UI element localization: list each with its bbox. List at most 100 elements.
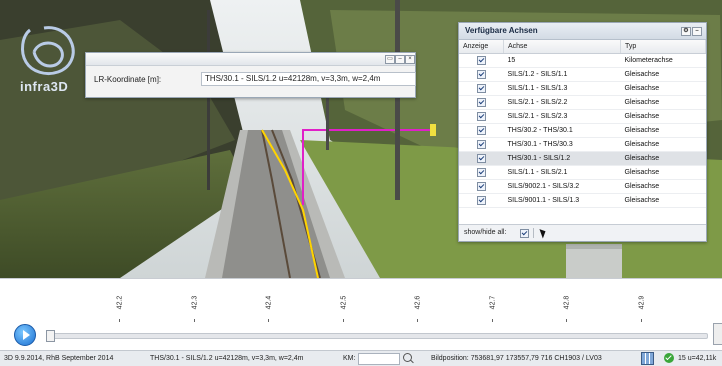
km-tick: 42.7 bbox=[486, 293, 500, 323]
axes-panel-title-text: Verfügbare Achsen bbox=[465, 26, 538, 35]
column-header-typ[interactable]: Typ bbox=[620, 40, 706, 54]
km-tick: 42.8 bbox=[560, 293, 574, 323]
km-tick-mark bbox=[566, 319, 567, 322]
show-hide-all-checkbox[interactable] bbox=[520, 229, 529, 238]
typ-cell: Gleisachse bbox=[620, 137, 706, 152]
minimize-icon[interactable]: – bbox=[692, 27, 702, 36]
table-row[interactable]: SILS/9002.1 - SILS/3.2 Gleisachse bbox=[459, 179, 706, 194]
close-icon[interactable]: × bbox=[405, 55, 415, 64]
km-tick-mark bbox=[491, 319, 493, 322]
lr-coordinate-panel: ▭ – × LR-Koordinate [m]: THS/30.1 - SILS… bbox=[85, 52, 416, 98]
axis-visible-checkbox[interactable] bbox=[476, 56, 486, 65]
achse-cell: SILS/9001.1 - SILS/1.3 bbox=[503, 193, 621, 208]
km-tick-mark bbox=[640, 319, 642, 322]
achse-cell: SILS/1.1 - SILS/1.3 bbox=[503, 81, 621, 96]
anzeige-cell bbox=[459, 179, 504, 194]
table-row[interactable]: SILS/2.1 - SILS/2.2 Gleisachse bbox=[459, 95, 706, 110]
typ-cell: Gleisachse bbox=[620, 151, 706, 166]
position-slider-track[interactable] bbox=[46, 333, 708, 339]
table-row[interactable]: 15 Kilometerachse bbox=[459, 53, 706, 68]
km-tick-label: 42.8 bbox=[563, 295, 571, 310]
anzeige-cell bbox=[459, 81, 504, 96]
axes-panel-title: Verfügbare Achsen ⚙ – bbox=[459, 23, 706, 40]
km-tick-label: 42.2 bbox=[116, 295, 124, 310]
table-row[interactable]: SILS/2.1 - SILS/2.3 Gleisachse bbox=[459, 109, 706, 124]
coordinate-label: LR-Koordinate [m]: bbox=[94, 75, 162, 84]
km-label: KM: bbox=[343, 355, 356, 362]
axis-visible-checkbox[interactable] bbox=[476, 84, 486, 93]
km-tick: 42.5 bbox=[337, 293, 351, 323]
pin-icon[interactable]: ▭ bbox=[385, 55, 395, 64]
km-tick: 42.4 bbox=[262, 293, 276, 323]
table-row[interactable]: SILS/1.1 - SILS/1.3 Gleisachse bbox=[459, 81, 706, 96]
km-tick-mark bbox=[119, 319, 120, 322]
search-icon[interactable] bbox=[403, 353, 412, 362]
achse-cell: THS/30.2 - THS/30.1 bbox=[503, 123, 621, 138]
achse-cell: SILS/9002.1 - SILS/3.2 bbox=[503, 179, 621, 194]
footer-divider bbox=[533, 228, 534, 238]
axis-visible-checkbox[interactable] bbox=[476, 126, 486, 135]
km-tick-mark bbox=[342, 319, 344, 322]
logo-text: infra3D bbox=[20, 79, 69, 94]
available-axes-panel: Verfügbare Achsen ⚙ – Anzeige Achse Typ … bbox=[458, 22, 707, 242]
typ-cell: Gleisachse bbox=[620, 179, 706, 194]
typ-cell: Kilometerachse bbox=[620, 53, 706, 68]
km-tick-label: 42.5 bbox=[340, 295, 347, 310]
play-button[interactable] bbox=[14, 324, 36, 346]
km-tick-mark bbox=[268, 319, 269, 322]
table-row[interactable]: SILS/1.1 - SILS/2.1 Gleisachse bbox=[459, 165, 706, 180]
anzeige-cell bbox=[459, 67, 504, 82]
achse-cell: SILS/1.1 - SILS/2.1 bbox=[503, 165, 621, 180]
achse-cell: THS/30.1 - THS/30.3 bbox=[503, 137, 621, 152]
typ-cell: Gleisachse bbox=[620, 193, 706, 208]
typ-cell: Gleisachse bbox=[620, 95, 706, 110]
anzeige-cell bbox=[459, 109, 504, 124]
position-slider-thumb[interactable] bbox=[46, 330, 55, 342]
axis-visible-checkbox[interactable] bbox=[476, 98, 486, 107]
axis-visible-checkbox[interactable] bbox=[476, 70, 486, 79]
km-tick: 42.6 bbox=[411, 293, 425, 323]
minimize-icon[interactable]: – bbox=[395, 55, 405, 64]
km-tick-label: 42.3 bbox=[191, 295, 198, 310]
table-row[interactable]: THS/30.1 - SILS/1.2 Gleisachse bbox=[459, 151, 706, 166]
typ-cell: Gleisachse bbox=[620, 165, 706, 180]
achse-cell: THS/30.1 - SILS/1.2 bbox=[503, 151, 621, 166]
status-bar: 3D 9.9.2014, RhB September 2014 THS/30.1… bbox=[0, 350, 722, 366]
settings-icon[interactable]: ⚙ bbox=[681, 27, 691, 36]
panel-header: ▭ – × bbox=[86, 53, 415, 66]
anzeige-cell bbox=[459, 151, 504, 166]
typ-cell: Gleisachse bbox=[620, 67, 706, 82]
zoom-slider-thumb[interactable] bbox=[713, 323, 722, 345]
anzeige-cell bbox=[459, 95, 504, 110]
km-tick: 42.3 bbox=[188, 293, 202, 323]
grid-view-icon[interactable] bbox=[641, 352, 654, 365]
achse-cell: 15 bbox=[503, 53, 621, 68]
table-row[interactable]: THS/30.2 - THS/30.1 Gleisachse bbox=[459, 123, 706, 138]
axis-visible-checkbox[interactable] bbox=[476, 154, 486, 163]
status-right-info: 15 u=42,11k bbox=[678, 355, 717, 362]
axis-visible-checkbox[interactable] bbox=[476, 112, 486, 121]
km-tick-label: 42.4 bbox=[265, 295, 273, 310]
axes-panel-footer: show/hide all: bbox=[459, 224, 706, 241]
km-tick-mark bbox=[417, 319, 418, 322]
status-coordinate: THS/30.1 - SILS/1.2 u=42128m, v=3,3m, w=… bbox=[150, 355, 304, 362]
column-header-achse[interactable]: Achse bbox=[503, 40, 621, 54]
table-row[interactable]: SILS/9001.1 - SILS/1.3 Gleisachse bbox=[459, 193, 706, 208]
anzeige-cell bbox=[459, 53, 504, 68]
show-hide-all-label: show/hide all: bbox=[464, 229, 507, 236]
axis-visible-checkbox[interactable] bbox=[476, 182, 486, 191]
axis-visible-checkbox[interactable] bbox=[476, 168, 486, 177]
axis-visible-checkbox[interactable] bbox=[476, 140, 486, 149]
anzeige-cell bbox=[459, 193, 504, 208]
column-header-anzeige[interactable]: Anzeige bbox=[459, 40, 504, 54]
km-tick-label: 42.9 bbox=[638, 295, 645, 310]
table-row[interactable]: THS/30.1 - THS/30.3 Gleisachse bbox=[459, 137, 706, 152]
coordinate-field[interactable]: THS/30.1 - SILS/1.2 u=42128m, v=3,3m, w=… bbox=[201, 72, 416, 86]
typ-cell: Gleisachse bbox=[620, 123, 706, 138]
km-input[interactable] bbox=[358, 353, 400, 365]
km-tick-label: 42.6 bbox=[414, 295, 422, 310]
axis-visible-checkbox[interactable] bbox=[476, 196, 486, 205]
anzeige-cell bbox=[459, 137, 504, 152]
timeline-panel: 42.2 42.3 42.4 42.5 42.6 42.7 42.8 42.9 bbox=[0, 278, 722, 351]
table-row[interactable]: SILS/1.2 - SILS/1.1 Gleisachse bbox=[459, 67, 706, 82]
